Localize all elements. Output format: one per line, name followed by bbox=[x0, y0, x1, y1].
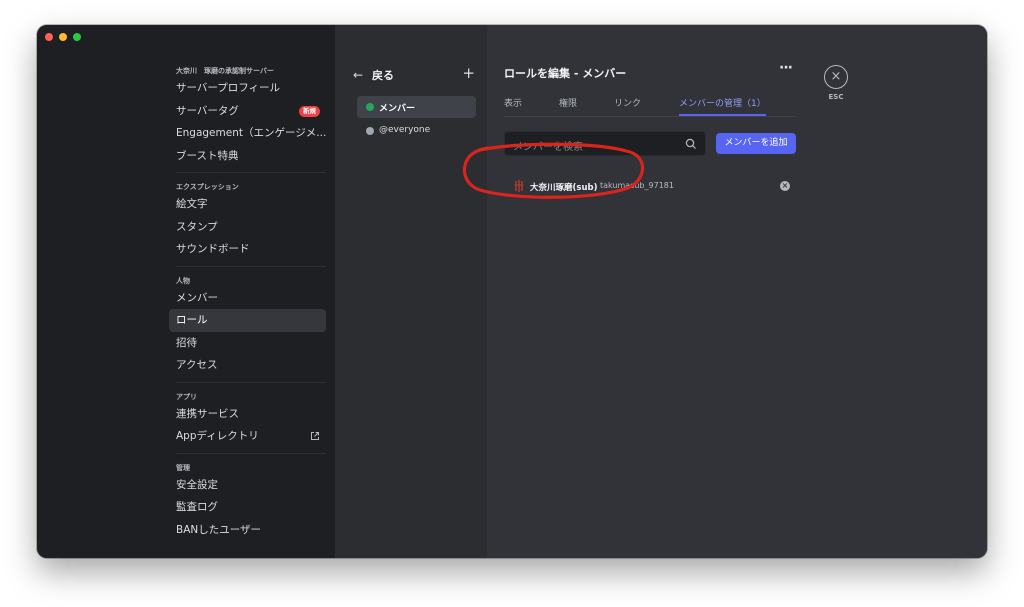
sidebar-item-soundboard[interactable]: サウンドボード bbox=[169, 238, 326, 261]
role-list-panel: ← 戻る + メンバー @everyone bbox=[335, 25, 487, 558]
sidebar-item-app-directory[interactable]: Appディレクトリ bbox=[169, 425, 326, 448]
tab-display[interactable]: 表示 bbox=[504, 96, 522, 116]
sidebar-item-access[interactable]: アクセス bbox=[169, 354, 326, 377]
sidebar-item-label: スタンプ bbox=[176, 220, 218, 233]
add-member-button[interactable]: メンバーを追加 bbox=[716, 133, 796, 154]
tab-links[interactable]: リンク bbox=[614, 96, 641, 116]
settings-window: 大奈川 琢磨の承認制サーバー サーバープロフィール サーバータグ 新規 Engag… bbox=[37, 25, 987, 558]
tab-manage-members[interactable]: メンバーの管理（1） bbox=[679, 96, 766, 116]
sidebar-item-integrations[interactable]: 連携サービス bbox=[169, 403, 326, 426]
plus-icon[interactable]: + bbox=[462, 64, 475, 82]
minimize-window-button[interactable] bbox=[59, 33, 67, 41]
sidebar-item-bans[interactable]: BANしたユーザー bbox=[169, 519, 326, 542]
section-header-apps: アプリ bbox=[176, 392, 197, 401]
sidebar-item-roles[interactable]: ロール bbox=[169, 309, 326, 332]
sidebar-item-label: サーバープロフィール bbox=[176, 82, 281, 94]
sidebar-item-label: メンバー bbox=[176, 291, 218, 304]
role-item-everyone[interactable]: @everyone bbox=[357, 120, 476, 142]
sidebar-nav: 大奈川 琢磨の承認制サーバー サーバープロフィール サーバータグ 新規 Engag… bbox=[169, 65, 326, 541]
sidebar-item-label: アクセス bbox=[176, 359, 218, 371]
remove-member-icon[interactable]: × bbox=[780, 181, 790, 191]
role-item-member[interactable]: メンバー bbox=[357, 96, 476, 118]
divider bbox=[176, 452, 326, 454]
divider bbox=[176, 265, 326, 267]
sidebar-item-label: ロール bbox=[176, 314, 208, 326]
sidebar-item-label: サウンドボード bbox=[176, 243, 250, 255]
sidebar-item-label: 安全設定 bbox=[176, 478, 218, 491]
more-options-icon[interactable]: ··· bbox=[779, 60, 793, 76]
sidebar-item-audit-log[interactable]: 監査ログ bbox=[169, 496, 326, 519]
sidebar-item-boost-perks[interactable]: ブースト特典 bbox=[169, 145, 326, 168]
sidebar-item-engagement[interactable]: Engagement（エンゲージメ... bbox=[169, 122, 326, 145]
tab-label: メンバーの管理（1） bbox=[679, 99, 766, 109]
role-color-dot bbox=[366, 103, 374, 111]
external-link-icon bbox=[311, 432, 319, 440]
back-button[interactable]: 戻る bbox=[372, 67, 394, 83]
esc-label: ESC bbox=[828, 93, 844, 101]
search-icon bbox=[685, 138, 696, 149]
server-name-header: 大奈川 琢磨の承認制サーバー bbox=[176, 67, 274, 75]
window-controls bbox=[45, 33, 81, 41]
role-color-dot bbox=[366, 127, 374, 135]
role-label: メンバー bbox=[379, 104, 416, 114]
sidebar-item-server-tag[interactable]: サーバータグ 新規 bbox=[169, 100, 326, 123]
sidebar-item-label: サーバータグ bbox=[176, 104, 239, 117]
section-header-moderation: 管理 bbox=[176, 463, 190, 472]
sidebar-item-label: Appディレクトリ bbox=[176, 430, 259, 442]
zoom-window-button[interactable] bbox=[73, 33, 81, 41]
tab-label: 権限 bbox=[559, 99, 578, 109]
sidebar-item-stickers[interactable]: スタンプ bbox=[169, 216, 326, 239]
new-badge: 新規 bbox=[299, 105, 320, 117]
sidebar-item-label: ブースト特典 bbox=[176, 149, 239, 162]
tab-label: 表示 bbox=[504, 99, 523, 109]
esc-close[interactable]: × ESC bbox=[821, 65, 851, 101]
sidebar-item-label: BANしたユーザー bbox=[176, 523, 262, 536]
role-label: @everyone bbox=[379, 125, 431, 135]
divider bbox=[176, 381, 326, 383]
sidebar-item-label: 連携サービス bbox=[176, 407, 239, 420]
sidebar-item-members[interactable]: メンバー bbox=[169, 287, 326, 310]
arrow-left-icon[interactable]: ← bbox=[353, 68, 363, 82]
tab-permissions[interactable]: 権限 bbox=[559, 96, 577, 116]
sidebar-item-label: 監査ログ bbox=[176, 501, 218, 513]
sidebar-item-emoji[interactable]: 絵文字 bbox=[169, 193, 326, 216]
close-window-button[interactable] bbox=[45, 33, 53, 41]
sidebar-item-server-profile[interactable]: サーバープロフィール bbox=[169, 77, 326, 100]
tab-label: リンク bbox=[614, 99, 642, 109]
role-editor-panel: ロールを編集 - メンバー ··· 表示 権限 リンク メンバーの管理（1） メ… bbox=[487, 25, 987, 558]
page-title: ロールを編集 - メンバー bbox=[504, 67, 627, 80]
sidebar-item-label: Engagement（エンゲージメ... bbox=[176, 127, 326, 139]
role-tabs: 表示 権限 リンク メンバーの管理（1） bbox=[504, 96, 796, 116]
sidebar-item-invites[interactable]: 招待 bbox=[169, 332, 326, 355]
annotation-circle bbox=[462, 142, 645, 199]
settings-sidebar: 大奈川 琢磨の承認制サーバー サーバープロフィール サーバータグ 新規 Engag… bbox=[37, 25, 335, 558]
section-header-people: 人物 bbox=[176, 276, 190, 285]
close-icon[interactable]: × bbox=[824, 65, 848, 89]
sidebar-item-label: 絵文字 bbox=[176, 198, 208, 210]
sidebar-item-safety-setup[interactable]: 安全設定 bbox=[169, 474, 326, 497]
divider bbox=[176, 172, 326, 173]
sidebar-item-label: 招待 bbox=[176, 336, 197, 349]
divider bbox=[504, 116, 796, 117]
role-list-header: ← 戻る + bbox=[353, 64, 475, 83]
section-header-expressions: エクスプレッション bbox=[176, 183, 239, 191]
